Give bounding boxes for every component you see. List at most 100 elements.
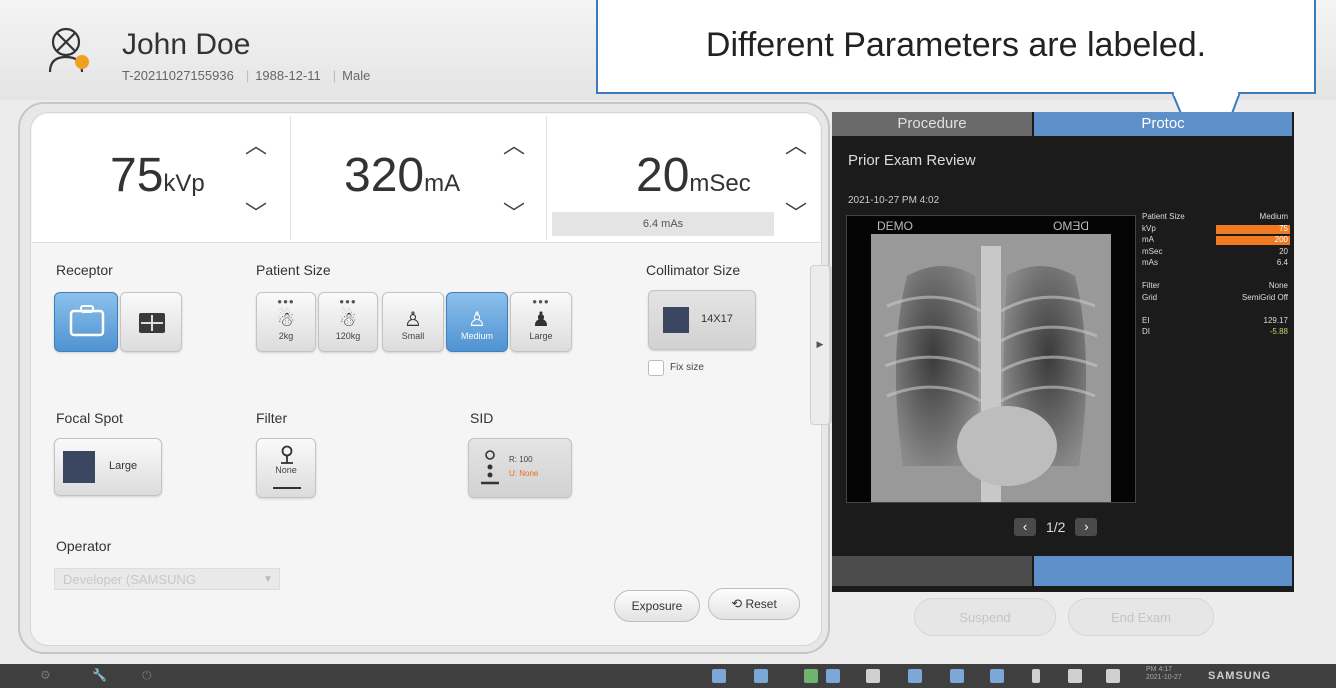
tray-icon[interactable] [712, 669, 726, 683]
prior-param-row: Patient Size Medium [1142, 212, 1292, 224]
size-dots-icon: ●●● [532, 297, 550, 306]
tray-icon[interactable] [950, 669, 964, 683]
patient-size-label: Patient Size [256, 262, 331, 278]
sid-tube-icon [481, 450, 499, 485]
clock-date: 2021-10-27 [1146, 674, 1182, 681]
prior-param-value: None [1268, 281, 1288, 290]
prior-param-row: mA 200 [1142, 235, 1292, 247]
sid-line2: U: None [509, 469, 539, 478]
suspend-button[interactable]: Suspend [914, 598, 1056, 636]
patient-size-2kg-button[interactable]: ●●● ☃ 2kg [256, 292, 316, 352]
prior-param-row [1142, 304, 1292, 316]
patient-size-small-button[interactable]: ♙ Small [382, 292, 444, 352]
patient-size-option: 2kg [278, 331, 294, 341]
tray-icon[interactable] [804, 669, 818, 683]
bucky-grid-icon [139, 313, 165, 333]
prior-param-key: DI [1142, 327, 1150, 336]
tray-icon[interactable] [1032, 669, 1040, 683]
person-medium-icon: ♙ [468, 309, 486, 331]
prior-param-row: kVp 75 [1142, 224, 1292, 236]
end-exam-button[interactable]: End Exam [1068, 598, 1214, 636]
exposure-button[interactable]: Exposure [614, 590, 700, 622]
callout-text: Different Parameters are labeled. [705, 26, 1207, 64]
receptor-bucky-button[interactable] [120, 292, 182, 352]
fix-size-checkbox[interactable] [648, 360, 664, 376]
kvp-down-button[interactable]: ﹀ [244, 196, 268, 228]
kvp-up-button[interactable]: ︿ [244, 128, 268, 160]
collapse-panel-handle[interactable]: ▶ [810, 265, 830, 425]
patient-meta: T-20211027155936 | 1988-12-11 | Male [122, 68, 371, 83]
patient-size-large-button[interactable]: ●●● ♟ Large [510, 292, 572, 352]
protocol-footer-strip [1034, 556, 1292, 586]
time-up-button[interactable]: ︿ [784, 128, 808, 160]
power-icon[interactable]: ⏻ [142, 668, 152, 683]
chevron-down-icon: ▼ [263, 574, 273, 585]
prior-param-row: EI 129.17 [1142, 316, 1292, 328]
tab-procedure[interactable]: Procedure [832, 112, 1032, 136]
focal-spot-swatch-icon [63, 451, 95, 483]
prior-param-key: Grid [1142, 292, 1158, 302]
filter-button[interactable]: None [256, 438, 316, 498]
patient-size-option: Small [401, 331, 425, 341]
time-value: 20mSec [636, 148, 751, 203]
operator-label: Operator [56, 538, 112, 554]
patient-name: John Doe [122, 28, 251, 61]
size-dots-icon: ●●● [339, 297, 357, 306]
detector-icon [69, 305, 105, 337]
prior-param-row: Grid SemiGrid Off [1142, 293, 1292, 305]
ma-up-button[interactable]: ︿ [502, 128, 526, 160]
next-page-button[interactable]: › [1075, 518, 1098, 536]
kvp-unit: kVp [163, 170, 205, 197]
prior-exam-xray-image[interactable]: DEMO DEMO [846, 215, 1136, 503]
tray-icon[interactable] [908, 669, 922, 683]
collimator-size-button[interactable]: 14X17 [648, 290, 756, 350]
wrench-icon[interactable]: 🔧 [92, 668, 107, 682]
sid-button[interactable]: R: 100 U: None [468, 438, 572, 498]
size-dots-icon: ●●● [277, 297, 295, 306]
receptor-label: Receptor [56, 262, 113, 278]
prior-param-key: kVp [1142, 223, 1156, 233]
prior-param-value: 200 [1274, 235, 1288, 244]
fix-size-label: Fix size [670, 362, 704, 373]
patient-size-120kg-button[interactable]: ●●● ☃ 120kg [318, 292, 378, 352]
tray-icon[interactable] [754, 669, 768, 683]
prior-exam-title: Prior Exam Review [848, 152, 976, 169]
prior-exam-params: Patient Size Medium kVp 75 mA 200 mSec 20 mAs 6.4… [1142, 212, 1292, 339]
mas-readout: 6.4 mAs [552, 212, 774, 236]
tray-icon[interactable] [866, 669, 880, 683]
focal-spot-button[interactable]: Large [54, 438, 162, 496]
patient-id: T-20211027155936 [122, 68, 234, 83]
prior-param-value: 75 [1279, 223, 1288, 233]
prior-param-key: Patient Size [1142, 212, 1185, 221]
operator-select[interactable]: Developer (SAMSUNG ▼ [54, 568, 280, 590]
reset-icon: ⟲ [731, 596, 743, 611]
time-down-button[interactable]: ﹀ [784, 196, 808, 228]
annotation-callout: Different Parameters are labeled. [596, 0, 1316, 94]
patient-size-medium-button[interactable]: ♙ Medium [446, 292, 508, 352]
chest-xray-image [871, 234, 1111, 502]
ma-down-button[interactable]: ﹀ [502, 196, 526, 228]
receptor-detector-button[interactable] [54, 292, 118, 352]
previous-page-button[interactable]: ‹ [1014, 518, 1036, 536]
tray-icon[interactable] [1106, 669, 1120, 683]
kvp-number: 75 [110, 149, 164, 202]
tray-icon[interactable] [990, 669, 1004, 683]
filter-value: None [275, 465, 297, 475]
reset-button[interactable]: ⟲ Reset [708, 588, 800, 620]
child-icon: ☃ [339, 309, 357, 331]
procedure-footer-strip [832, 556, 1032, 586]
person-small-icon: ♙ [404, 309, 422, 331]
tray-icon[interactable] [1068, 669, 1082, 683]
xray-label-right: DEMO [1053, 219, 1089, 233]
prior-param-value: 20 [1279, 246, 1288, 256]
sid-label: SID [470, 410, 494, 426]
tray-icon[interactable] [826, 669, 840, 683]
prior-param-key: mAs [1142, 258, 1158, 267]
ma-number: 320 [344, 149, 425, 202]
tab-protocol[interactable]: Protoc [1034, 112, 1292, 136]
settings-icon[interactable]: ⚙ [40, 668, 51, 682]
system-taskbar [0, 664, 1336, 688]
collimator-swatch-icon [663, 307, 689, 333]
prior-param-value: 6.4 [1276, 258, 1288, 267]
prior-exam-date: 2021-10-27 PM 4:02 [848, 195, 940, 206]
